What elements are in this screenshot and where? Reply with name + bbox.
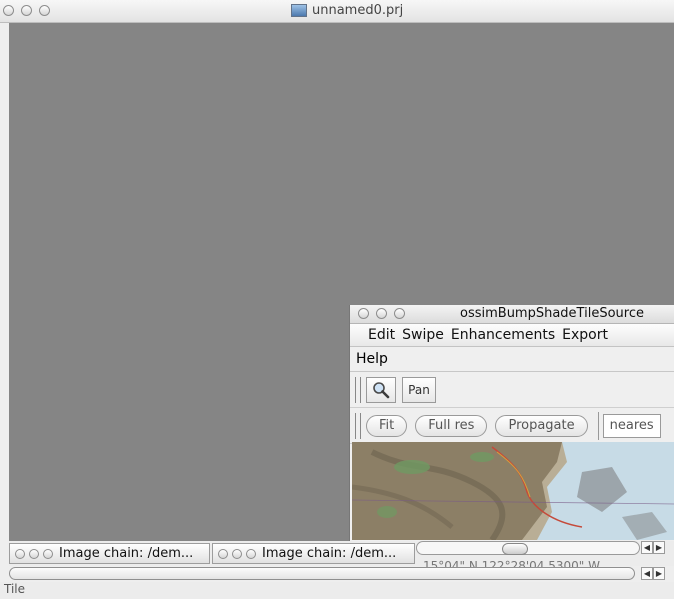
- main-horizontal-scrollbar[interactable]: ◀ ▶: [9, 566, 674, 581]
- minimized-window-bar: Image chain: /dem... Image chain: /dem..…: [9, 541, 674, 573]
- window-controls: [3, 5, 50, 16]
- minimize-button[interactable]: [21, 5, 32, 16]
- main-scroll-arrows: ◀ ▶: [641, 567, 665, 580]
- resampler-select[interactable]: neares: [602, 413, 661, 438]
- shaded-relief-map[interactable]: [352, 442, 674, 540]
- full-res-button[interactable]: Full res: [415, 414, 488, 437]
- fit-button[interactable]: Fit: [366, 414, 408, 437]
- viewer-scroll-thumb[interactable]: [502, 543, 528, 555]
- status-bar: Tile: [0, 582, 674, 599]
- window-title: unnamed0.prj: [291, 3, 403, 18]
- button-row: Fit Full res Propagate neares: [350, 408, 674, 444]
- menu-edit[interactable]: Edit: [368, 327, 395, 343]
- scroll-left-icon[interactable]: ◀: [641, 541, 653, 554]
- image-viewer-window: ossimBumpShadeTileSource Edit Swipe Enha…: [349, 305, 674, 541]
- viewer-horizontal-scrollbar[interactable]: [416, 541, 640, 555]
- viewer-window-controls: [358, 308, 405, 319]
- minimized-close-button[interactable]: [15, 548, 25, 559]
- status-text: Tile: [4, 582, 26, 596]
- viewer-zoom-button[interactable]: [394, 308, 405, 319]
- scroll-left-icon[interactable]: ◀: [641, 567, 653, 580]
- window-title-text: unnamed0.prj: [312, 3, 404, 18]
- viewer-minimize-button[interactable]: [376, 308, 387, 319]
- viewer-title-bar[interactable]: ossimBumpShadeTileSource: [350, 305, 674, 324]
- toolbar-grip[interactable]: [355, 376, 361, 403]
- document-icon: [291, 4, 307, 17]
- viewer-scroll-arrows: ◀ ▶: [641, 541, 665, 554]
- minimized-zoom-button[interactable]: [246, 548, 256, 559]
- menu-enhancements[interactable]: Enhancements: [451, 327, 555, 343]
- tool-row: Pan: [350, 372, 674, 408]
- minimized-minimize-button[interactable]: [29, 548, 39, 559]
- minimized-zoom-button[interactable]: [43, 548, 53, 559]
- menu-help[interactable]: Help: [356, 351, 388, 367]
- main-title-bar: unnamed0.prj: [0, 0, 674, 23]
- minimized-controls: [15, 548, 53, 559]
- viewer-close-button[interactable]: [358, 308, 369, 319]
- minimized-label: Image chain: /dem...: [59, 546, 194, 561]
- buttonbar-grip[interactable]: [355, 412, 361, 439]
- minimized-minimize-button[interactable]: [232, 548, 242, 559]
- pan-tool-button[interactable]: Pan: [402, 376, 436, 403]
- viewer-title: ossimBumpShadeTileSource: [460, 306, 644, 321]
- minimized-label: Image chain: /dem...: [262, 546, 397, 561]
- search-icon: [373, 381, 390, 398]
- minimized-image-chain-1[interactable]: Image chain: /dem...: [9, 543, 210, 564]
- menu-export[interactable]: Export: [562, 327, 608, 343]
- propagate-button[interactable]: Propagate: [495, 414, 588, 437]
- help-menu-bar: Help: [350, 347, 674, 372]
- scrollbar-track[interactable]: [9, 567, 635, 580]
- zoom-tool-button[interactable]: [366, 376, 396, 403]
- viewer-menu-bar: Edit Swipe Enhancements Export: [350, 324, 674, 347]
- scroll-right-icon[interactable]: ▶: [653, 541, 665, 554]
- minimized-image-chain-2[interactable]: Image chain: /dem...: [212, 543, 415, 564]
- minimized-close-button[interactable]: [218, 548, 228, 559]
- minimized-controls: [218, 548, 256, 559]
- zoom-button[interactable]: [39, 5, 50, 16]
- toolbar-separator: [597, 411, 599, 440]
- close-button[interactable]: [3, 5, 14, 16]
- map-image: [352, 442, 674, 540]
- scroll-right-icon[interactable]: ▶: [653, 567, 665, 580]
- menu-swipe[interactable]: Swipe: [402, 327, 444, 343]
